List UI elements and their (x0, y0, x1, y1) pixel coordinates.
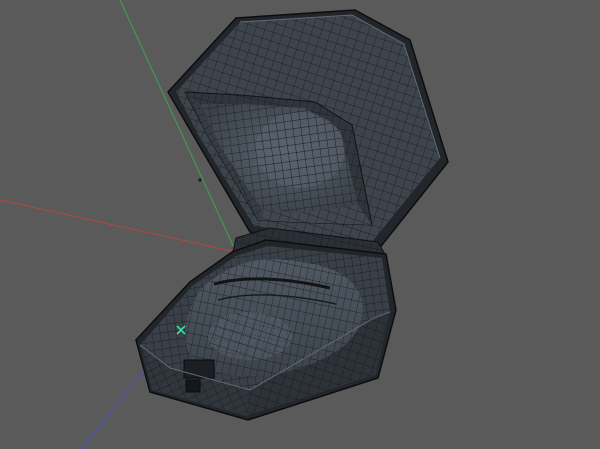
viewport-canvas[interactable] (0, 0, 600, 449)
base-clasp (183, 359, 215, 379)
pivot-dot (198, 178, 202, 182)
3d-viewport[interactable] (0, 0, 600, 449)
